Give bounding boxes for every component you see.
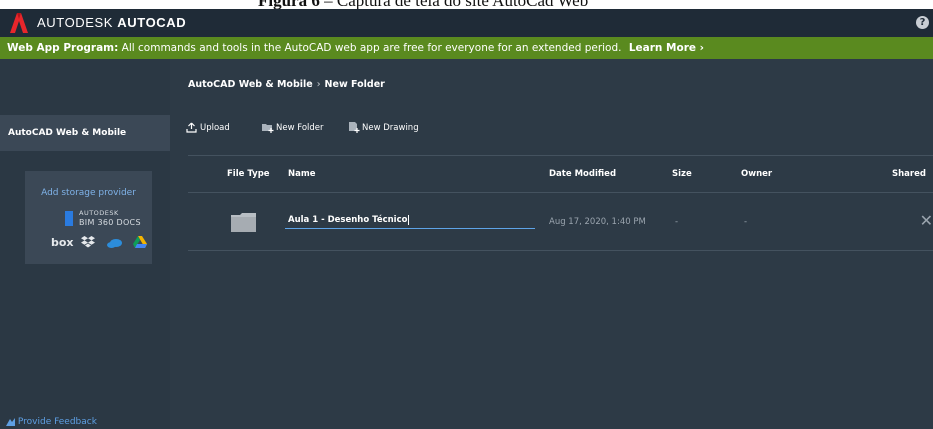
storage-provider-panel: Add storage provider AUTODESK BIM 360 DO… (25, 171, 152, 264)
bim360-line1: AUTODESK (79, 209, 119, 217)
bim360-line2: BIM 360 DOCS (79, 218, 141, 227)
breadcrumb-separator: › (316, 79, 321, 90)
banner-text: All commands and tools in the AutoCAD we… (118, 42, 622, 54)
main-panel: AutoCAD Web & Mobile › New Folder Upload N… (170, 59, 933, 429)
brand-prefix: AUTODESK (37, 15, 114, 30)
text-caret (408, 214, 410, 225)
autocad-logo-icon[interactable] (10, 13, 28, 33)
column-header-owner[interactable]: Owner (741, 169, 772, 179)
column-header-file-type[interactable]: File Type (227, 169, 270, 179)
sidebar-item-autocad-web-mobile[interactable]: AutoCAD Web & Mobile (0, 115, 170, 151)
figure-label: Figura 6 (258, 0, 320, 9)
top-bar: AUTODESK AUTOCAD ? (0, 9, 933, 37)
provide-feedback-link[interactable]: Provide Feedback (6, 417, 97, 427)
feedback-icon (6, 417, 15, 426)
breadcrumb: AutoCAD Web & Mobile › New Folder (188, 79, 385, 90)
new-drawing-label: New Drawing (362, 123, 419, 133)
rename-input[interactable]: Aula 1 - Desenho Técnico (285, 212, 535, 229)
row-divider (188, 250, 933, 251)
onedrive-icon[interactable] (107, 238, 123, 248)
owner-cell: - (744, 217, 748, 227)
bim360-icon (65, 211, 73, 226)
upload-label: Upload (200, 123, 230, 133)
header-divider (188, 192, 933, 193)
folder-icon (231, 213, 256, 232)
banner-title: Web App Program: (7, 42, 119, 54)
size-cell: - (675, 217, 679, 227)
bim360-docs-provider[interactable]: AUTODESK BIM 360 DOCS (65, 208, 145, 230)
learn-more-link[interactable]: Learn More › (629, 42, 704, 54)
figure-text: – Captura de tela do site AutoCad Web (320, 0, 588, 9)
new-drawing-icon (349, 122, 360, 133)
add-storage-provider-link[interactable]: Add storage provider (25, 188, 152, 198)
toolbar-divider (188, 155, 933, 156)
web-app-program-banner: Web App Program: All commands and tools … (0, 37, 933, 59)
new-folder-icon (262, 124, 274, 133)
box-icon[interactable]: box (51, 236, 74, 249)
brand-title: AUTODESK AUTOCAD (37, 15, 186, 30)
column-header-size[interactable]: Size (672, 169, 692, 179)
provide-feedback-label: Provide Feedback (17, 417, 97, 427)
figure-caption: Figura 6 – Captura de tela do site AutoC… (0, 0, 933, 9)
column-header-name[interactable]: Name (288, 169, 315, 179)
breadcrumb-current: New Folder (324, 79, 385, 90)
help-icon[interactable]: ? (916, 16, 929, 29)
breadcrumb-root[interactable]: AutoCAD Web & Mobile (188, 79, 313, 90)
sidebar: AutoCAD Web & Mobile Add storage provide… (0, 59, 170, 429)
new-folder-label: New Folder (276, 123, 324, 133)
folder-name: Aula 1 - Desenho Técnico (288, 215, 408, 225)
storage-providers: box (51, 236, 151, 250)
column-header-shared[interactable]: Shared (892, 169, 926, 179)
brand-product: AUTOCAD (117, 15, 187, 30)
column-header-date-modified[interactable]: Date Modified (549, 169, 616, 179)
google-drive-icon[interactable] (133, 236, 147, 248)
upload-icon (186, 122, 197, 133)
date-modified-cell: Aug 17, 2020, 1:40 PM (549, 217, 646, 227)
close-icon[interactable]: ✕ (920, 213, 933, 229)
dropbox-icon[interactable] (81, 236, 95, 248)
